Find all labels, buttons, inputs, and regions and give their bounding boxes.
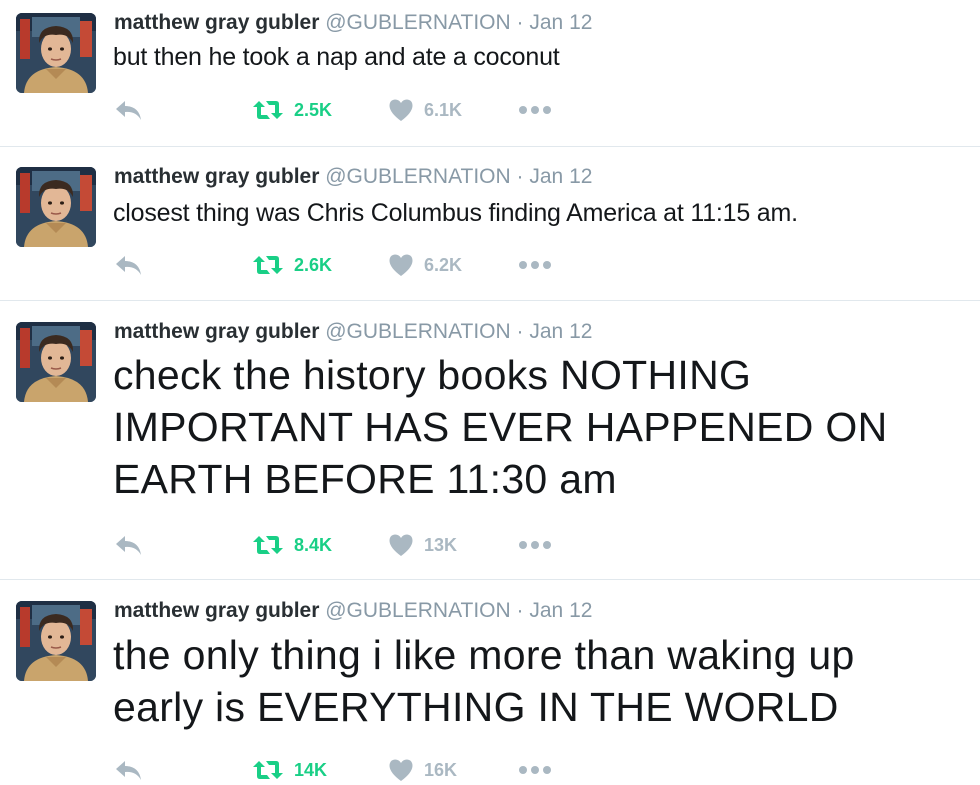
user-handle[interactable]: @GUBLERNATION (325, 599, 510, 622)
tweet-text: but then he took a nap and ate a coconut (113, 43, 560, 71)
tweet-text-line: EARTH BEFORE 11:30 am (113, 456, 617, 502)
tweet-header: matthew gray gubler @GUBLERNATION · Jan … (114, 10, 592, 36)
tweet-date[interactable]: Jan 12 (529, 11, 592, 34)
more-button[interactable] (518, 95, 552, 125)
avatar-image (16, 322, 96, 402)
retweet-icon (252, 759, 284, 781)
tweet[interactable]: matthew gray gubler @GUBLERNATION · Jan … (0, 0, 980, 147)
tweet-actions: 2.5K 6.1K (114, 95, 614, 125)
user-name[interactable]: matthew gray gubler (114, 11, 319, 34)
heart-icon (388, 98, 414, 122)
like-button[interactable]: 6.1K (388, 95, 462, 125)
separator: · (516, 599, 524, 622)
tweet-header: matthew gray gubler @GUBLERNATION · Jan … (114, 164, 592, 190)
reply-button[interactable] (114, 250, 144, 280)
heart-icon (388, 253, 414, 277)
retweet-button[interactable]: 2.6K (252, 250, 332, 280)
more-dots-icon (518, 260, 552, 270)
tweet-feed: matthew gray gubler @GUBLERNATION · Jan … (0, 0, 980, 783)
more-dots-icon (518, 105, 552, 115)
like-button[interactable]: 13K (388, 530, 457, 560)
heart-icon (388, 758, 414, 782)
separator: · (516, 11, 524, 34)
tweet-date[interactable]: Jan 12 (529, 599, 592, 622)
like-count: 16K (424, 759, 458, 780)
more-dots-icon (518, 765, 552, 775)
tweet-date[interactable]: Jan 12 (529, 320, 592, 343)
separator: · (516, 165, 524, 188)
tweet-text-line: early is EVERYTHING IN THE WORLD (113, 684, 839, 730)
retweet-count: 8.4K (294, 534, 333, 555)
tweet-date[interactable]: Jan 12 (529, 165, 592, 188)
tweet-text-line: the only thing i like more than waking u… (113, 632, 855, 678)
retweet-icon (252, 534, 284, 556)
like-button[interactable]: 16K (388, 755, 457, 785)
more-dots-icon (518, 540, 552, 550)
tweet-actions: 8.4K 13K (114, 530, 614, 560)
tweet[interactable]: matthew gray gubler @GUBLERNATION · Jan … (0, 147, 980, 301)
tweet-text: the only thing i like more than waking u… (113, 629, 963, 733)
avatar-image (16, 601, 96, 681)
reply-arrow-icon (114, 253, 144, 277)
user-name[interactable]: matthew gray gubler (114, 165, 319, 188)
avatar[interactable] (16, 167, 96, 247)
like-count: 6.2K (424, 254, 463, 275)
more-button[interactable] (518, 250, 552, 280)
user-handle[interactable]: @GUBLERNATION (325, 320, 510, 343)
retweet-count: 14K (294, 759, 328, 780)
user-handle[interactable]: @GUBLERNATION (325, 165, 510, 188)
avatar-image (16, 167, 96, 247)
avatar-image (16, 13, 96, 93)
more-button[interactable] (518, 530, 552, 560)
user-handle[interactable]: @GUBLERNATION (325, 11, 510, 34)
heart-icon (388, 533, 414, 557)
user-name[interactable]: matthew gray gubler (114, 320, 319, 343)
user-name[interactable]: matthew gray gubler (114, 599, 319, 622)
reply-button[interactable] (114, 530, 144, 560)
like-button[interactable]: 6.2K (388, 250, 462, 280)
retweet-icon (252, 254, 284, 276)
like-count: 13K (424, 534, 458, 555)
avatar[interactable] (16, 13, 96, 93)
separator: · (516, 320, 524, 343)
reply-arrow-icon (114, 533, 144, 557)
retweet-count: 2.5K (294, 99, 333, 120)
tweet[interactable]: matthew gray gubler @GUBLERNATION · Jan … (0, 580, 980, 783)
tweet[interactable]: matthew gray gubler @GUBLERNATION · Jan … (0, 301, 980, 580)
tweet-header: matthew gray gubler @GUBLERNATION · Jan … (114, 598, 592, 624)
reply-button[interactable] (114, 95, 144, 125)
tweet-text-line: check the history books NOTHING (113, 352, 752, 398)
like-count: 6.1K (424, 99, 463, 120)
reply-button[interactable] (114, 755, 144, 785)
tweet-text: closest thing was Chris Columbus finding… (113, 199, 798, 227)
tweet-text: check the history books NOTHING IMPORTAN… (113, 349, 963, 505)
tweet-actions: 14K 16K (114, 755, 614, 785)
retweet-icon (252, 99, 284, 121)
tweet-header: matthew gray gubler @GUBLERNATION · Jan … (114, 319, 592, 345)
retweet-button[interactable]: 8.4K (252, 530, 332, 560)
retweet-count: 2.6K (294, 254, 333, 275)
reply-arrow-icon (114, 758, 144, 782)
tweet-text-line: IMPORTANT HAS EVER HAPPENED ON (113, 404, 888, 450)
reply-arrow-icon (114, 98, 144, 122)
avatar[interactable] (16, 322, 96, 402)
avatar[interactable] (16, 601, 96, 681)
tweet-actions: 2.6K 6.2K (114, 250, 614, 280)
more-button[interactable] (518, 755, 552, 785)
retweet-button[interactable]: 14K (252, 755, 327, 785)
retweet-button[interactable]: 2.5K (252, 95, 332, 125)
